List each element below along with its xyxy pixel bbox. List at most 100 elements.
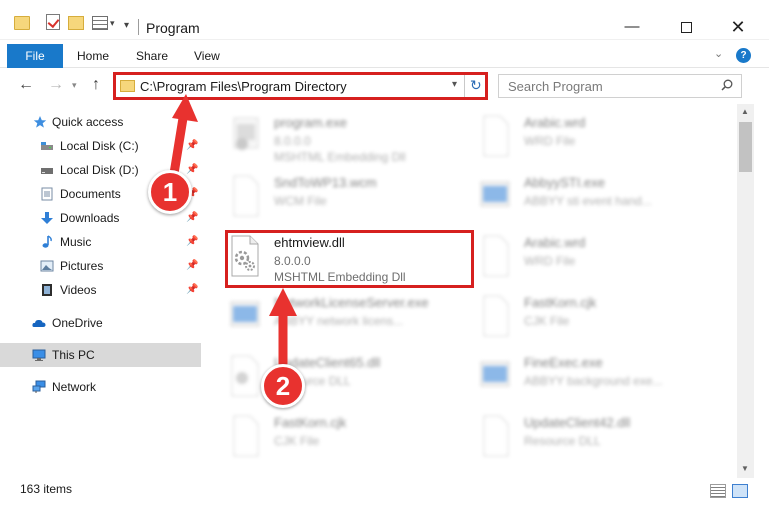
dll-file-icon: [231, 355, 259, 397]
ribbon-tabs: File Home Share View ⌄ ?: [0, 44, 769, 68]
file-item[interactable]: FineExec.exe ABBYY background exe...: [462, 348, 712, 406]
sidebar-item-network[interactable]: Network: [0, 375, 201, 399]
file-type: CJK File: [524, 314, 570, 328]
step-2-callout: 2: [261, 364, 305, 408]
pin-icon[interactable]: 📌: [186, 230, 198, 254]
recent-locations-icon[interactable]: ▾: [72, 80, 77, 91]
scroll-down-icon[interactable]: ▼: [741, 464, 749, 473]
sidebar-item-onedrive[interactable]: OneDrive: [0, 311, 201, 335]
drive-icon: [41, 168, 53, 174]
pin-icon[interactable]: 📌: [186, 254, 198, 278]
address-dropdown-icon[interactable]: ▾: [452, 79, 457, 90]
file-item[interactable]: FastKorn.cjk CJK File: [462, 288, 712, 346]
sidebar-item-pictures[interactable]: Pictures 📌: [0, 254, 201, 278]
tab-file[interactable]: File: [7, 44, 63, 68]
file-item[interactable]: UpdateClient42.dll Resource DLL: [462, 408, 712, 466]
file-item[interactable]: Arabic.wrd WRD File: [462, 228, 712, 286]
status-bar: 163 items: [0, 478, 769, 509]
refresh-icon[interactable]: ↻: [470, 77, 482, 94]
sidebar-item-local-disk-c[interactable]: Local Disk (C:) 📌: [0, 134, 201, 158]
sidebar-item-label: Music: [60, 235, 92, 249]
window-title: Program: [146, 20, 200, 36]
music-icon: [42, 235, 52, 248]
new-folder-icon[interactable]: [68, 16, 84, 30]
tab-home[interactable]: Home: [77, 44, 109, 68]
documents-icon: [41, 187, 53, 201]
vertical-scrollbar[interactable]: ▲ ▼: [737, 104, 754, 478]
file-item[interactable]: SndToWP13.wcm WCM File: [212, 168, 462, 226]
file-item[interactable]: Arabic.wrd WRD File: [462, 108, 712, 166]
up-button[interactable]: ↑: [92, 76, 100, 94]
pictures-icon: [40, 260, 54, 272]
tab-view[interactable]: View: [194, 44, 220, 68]
file-list: program.exe 8.0.0.0 MSHTML Embedding Dll…: [212, 104, 737, 474]
sidebar-item-label: Local Disk (D:): [60, 163, 139, 177]
file-version: 8.0.0.0: [274, 134, 311, 148]
sidebar-item-music[interactable]: Music 📌: [0, 230, 201, 254]
tab-share[interactable]: Share: [136, 44, 168, 68]
details-view-icon[interactable]: [710, 484, 726, 498]
sidebar-item-label: Documents: [60, 187, 121, 201]
pin-icon[interactable]: 📌: [186, 206, 198, 230]
file-name: AbbyySTI.exe: [524, 175, 605, 190]
file-description: ABBYY background exe...: [524, 374, 663, 388]
large-icons-view-icon[interactable]: [732, 484, 748, 498]
scroll-up-icon[interactable]: ▲: [741, 107, 749, 116]
file-type: WRD File: [524, 134, 576, 148]
videos-icon: [42, 284, 52, 296]
properties-check-icon[interactable]: [46, 14, 60, 30]
sidebar-item-label: Downloads: [60, 211, 120, 225]
title-bar: ▾ ▾ Program — ✕: [0, 0, 769, 40]
sidebar-item-this-pc[interactable]: This PC: [0, 343, 201, 367]
navigation-bar: ← → ▾ ↑ C:\Program Files\Program Directo…: [0, 70, 769, 102]
search-icon[interactable]: [721, 79, 733, 91]
help-button[interactable]: ?: [736, 48, 751, 63]
minimize-button[interactable]: —: [622, 18, 642, 36]
document-file-icon: [233, 415, 259, 457]
close-button[interactable]: ✕: [728, 18, 748, 36]
search-input[interactable]: Search Program: [508, 79, 603, 94]
file-name: NetworkLicenseServer.exe: [274, 295, 429, 310]
folder-icon: [14, 16, 30, 30]
highlight-box: [225, 230, 474, 288]
back-button[interactable]: ←: [18, 76, 34, 94]
file-type: WRD File: [524, 254, 576, 268]
file-type: WCM File: [274, 194, 327, 208]
file-item[interactable]: program.exe 8.0.0.0 MSHTML Embedding Dll: [212, 108, 462, 166]
sidebar-item-label: OneDrive: [52, 316, 103, 330]
exe-file-icon: [480, 181, 510, 207]
customize-toolbar-icon[interactable]: ▾: [124, 20, 129, 38]
title-separator: [138, 19, 139, 35]
sidebar-item-quick-access[interactable]: Quick access: [0, 110, 201, 134]
caret-down-icon[interactable]: ▾: [110, 18, 115, 36]
sidebar-item-videos[interactable]: Videos 📌: [0, 278, 201, 302]
file-name: Arabic.wrd: [524, 115, 586, 130]
file-item[interactable]: UpdateClient65.dll Resource DLL: [212, 348, 462, 406]
file-description: ABBYY network licens...: [274, 314, 404, 328]
forward-button[interactable]: →: [48, 76, 64, 94]
maximize-button[interactable]: [676, 18, 696, 36]
cloud-icon: [32, 319, 46, 327]
file-description: MSHTML Embedding Dll: [274, 150, 406, 164]
star-icon: [33, 116, 47, 128]
file-description: ABBYY sti event hand...: [524, 194, 652, 208]
exe-file-icon: [480, 361, 510, 387]
pin-icon[interactable]: 📌: [186, 278, 198, 302]
expand-ribbon-icon[interactable]: ⌄: [714, 47, 723, 60]
file-item[interactable]: NetworkLicenseServer.exe ABBYY network l…: [212, 288, 462, 346]
search-box[interactable]: Search Program: [498, 74, 742, 98]
navigation-pane: Quick access Local Disk (C:) 📌 Local Dis…: [0, 108, 201, 478]
address-bar[interactable]: C:\Program Files\Program Directory ▾ ↻: [113, 72, 488, 100]
details-icon[interactable]: [92, 16, 108, 30]
scrollbar-thumb[interactable]: [739, 122, 752, 172]
sidebar-item-label: Network: [52, 380, 97, 394]
pin-icon[interactable]: 📌: [186, 134, 198, 158]
document-file-icon: [483, 235, 509, 277]
file-name: Arabic.wrd: [524, 235, 586, 250]
computer-icon: [32, 349, 46, 361]
address-path[interactable]: C:\Program Files\Program Directory: [140, 79, 347, 94]
file-item[interactable]: AbbyySTI.exe ABBYY sti event hand...: [462, 168, 712, 226]
file-item[interactable]: FastKorn.cjk CJK File: [212, 408, 462, 466]
file-type: CJK File: [274, 434, 320, 448]
address-separator: [464, 75, 465, 97]
